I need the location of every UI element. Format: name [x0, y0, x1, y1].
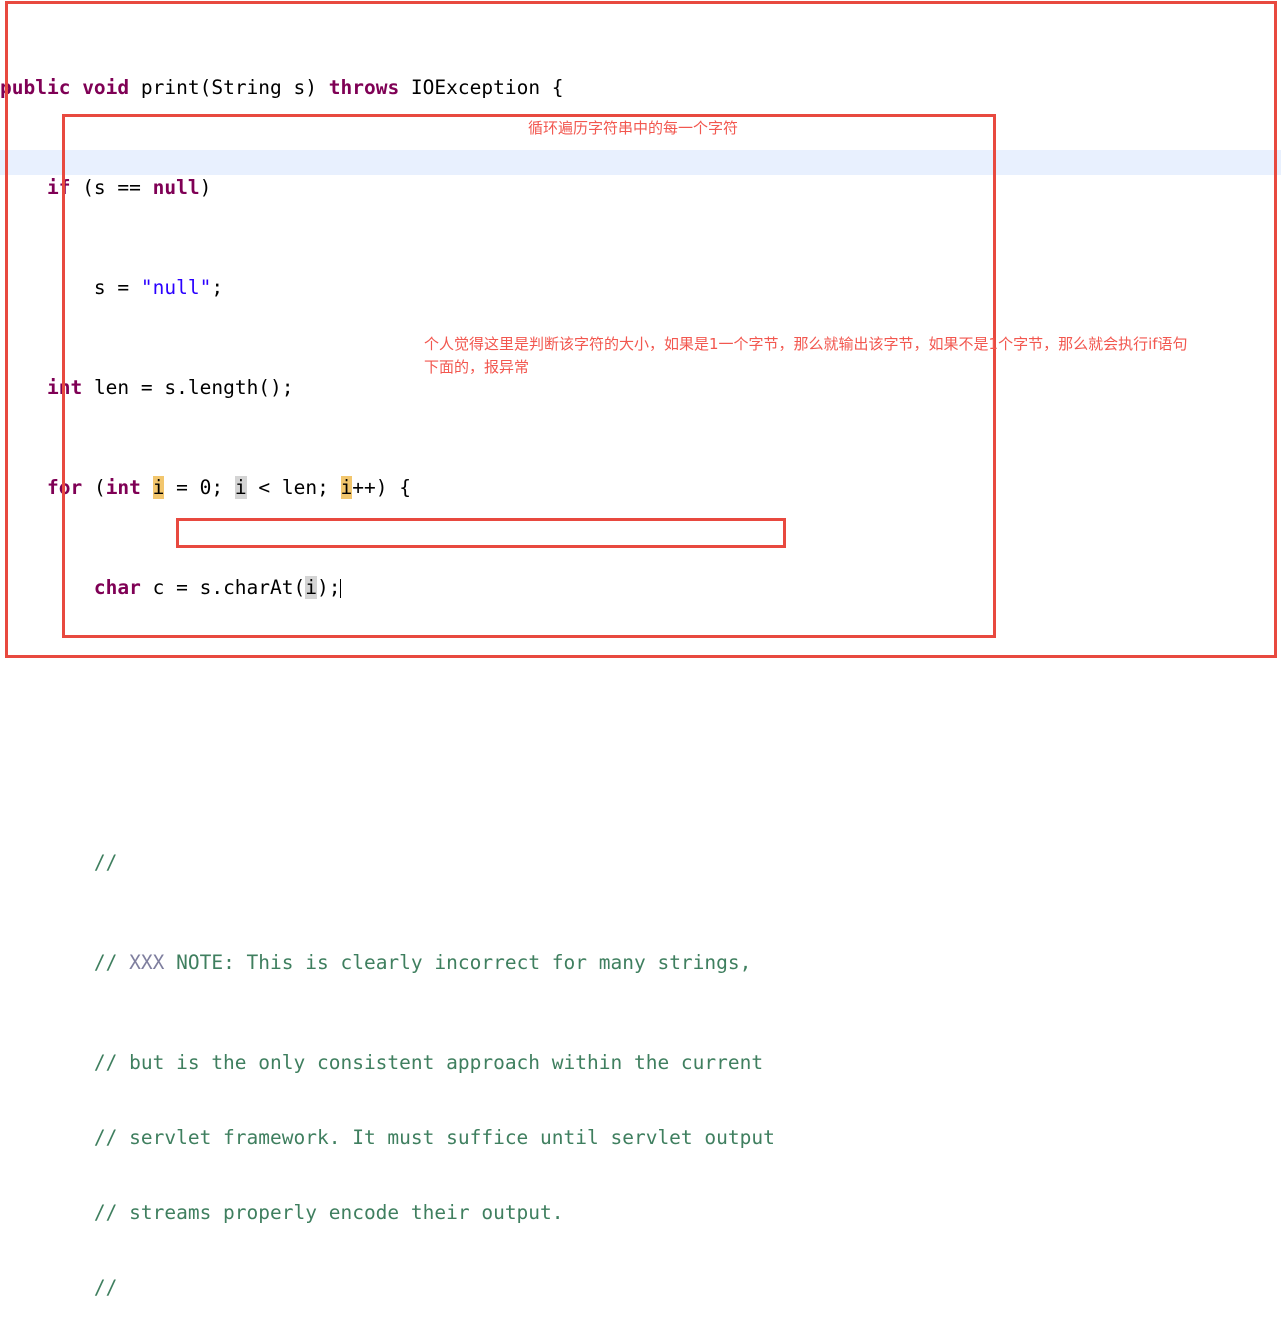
assignment-lhs: s =	[93, 276, 141, 299]
keyword-char: char	[93, 576, 141, 599]
keyword-public: public	[0, 76, 71, 99]
comment-empty: //	[0, 1276, 118, 1299]
occurrence-i-read: i	[305, 576, 318, 599]
charat-call-a: c = s.charAt(	[140, 576, 306, 599]
throws-clause: IOException {	[399, 76, 564, 99]
comment-line: // servlet framework. It must suffice un…	[0, 1126, 775, 1149]
annotation-note-if-line2: 下面的，报异常	[424, 358, 530, 376]
for-condition: < len;	[246, 476, 341, 499]
code-editor[interactable]: public void print(String s) throws IOExc…	[0, 0, 1281, 1299]
text-caret	[339, 579, 341, 598]
occurrence-i-write: i	[340, 476, 353, 499]
occurrence-i-read: i	[234, 476, 247, 499]
semicolon: ;	[211, 276, 224, 299]
code-line-14[interactable]: //	[0, 1275, 1281, 1300]
keyword-int: int	[46, 376, 83, 399]
code-line-1[interactable]: public void print(String s) throws IOExc…	[0, 75, 1281, 100]
comment-empty: //	[0, 851, 118, 874]
comment-prefix: //	[0, 951, 130, 974]
code-line-9[interactable]: //	[0, 850, 1281, 875]
code-line-4[interactable]: int len = s.length();	[0, 375, 1281, 400]
code-line-6[interactable]: char c = s.charAt(i);	[0, 575, 1281, 600]
code-line-7[interactable]	[0, 675, 1281, 700]
comment-line: // streams properly encode their output.	[0, 1201, 564, 1224]
annotation-note-loop: 循环遍历字符串中的每一个字符	[528, 119, 739, 137]
code-line-10[interactable]: // XXX NOTE: This is clearly incorrect f…	[0, 950, 1281, 975]
code-line-13[interactable]: // streams properly encode their output.	[0, 1200, 1281, 1225]
code-line-2[interactable]: if (s == null)	[0, 175, 1281, 200]
method-signature: print(String s)	[129, 76, 317, 99]
code-line-8[interactable]	[0, 750, 1281, 775]
keyword-if: if	[46, 176, 71, 199]
occurrence-i-write: i	[152, 476, 165, 499]
if-condition-part-b: )	[199, 176, 212, 199]
len-declaration: len = s.length();	[82, 376, 294, 399]
string-literal-null: "null"	[140, 276, 212, 299]
if-condition-part-a: (s ==	[70, 176, 153, 199]
for-init: = 0;	[164, 476, 235, 499]
task-tag-xxx: XXX	[129, 951, 165, 974]
code-line-12[interactable]: // servlet framework. It must suffice un…	[0, 1125, 1281, 1150]
code-line-5[interactable]: for (int i = 0; i < len; i++) {	[0, 475, 1281, 500]
keyword-null: null	[152, 176, 200, 199]
keyword-throws: throws	[317, 76, 400, 99]
keyword-int: int	[105, 476, 141, 499]
code-content[interactable]: public void print(String s) throws IOExc…	[0, 0, 1281, 1326]
code-line-3[interactable]: s = "null";	[0, 275, 1281, 300]
code-line-11[interactable]: // but is the only consistent approach w…	[0, 1050, 1281, 1075]
comment-line: // but is the only consistent approach w…	[0, 1051, 764, 1074]
keyword-void: void	[70, 76, 130, 99]
annotation-note-if-line1: 个人觉得这里是判断该字符的大小，如果是1一个字节，那么就输出该字节，如果不是1个…	[424, 335, 1188, 353]
comment-note-text: NOTE: This is clearly incorrect for many…	[164, 951, 752, 974]
for-open-paren: (	[82, 476, 106, 499]
charat-call-b: );	[317, 576, 341, 599]
keyword-for: for	[46, 476, 83, 499]
for-update: ++) {	[352, 476, 411, 499]
